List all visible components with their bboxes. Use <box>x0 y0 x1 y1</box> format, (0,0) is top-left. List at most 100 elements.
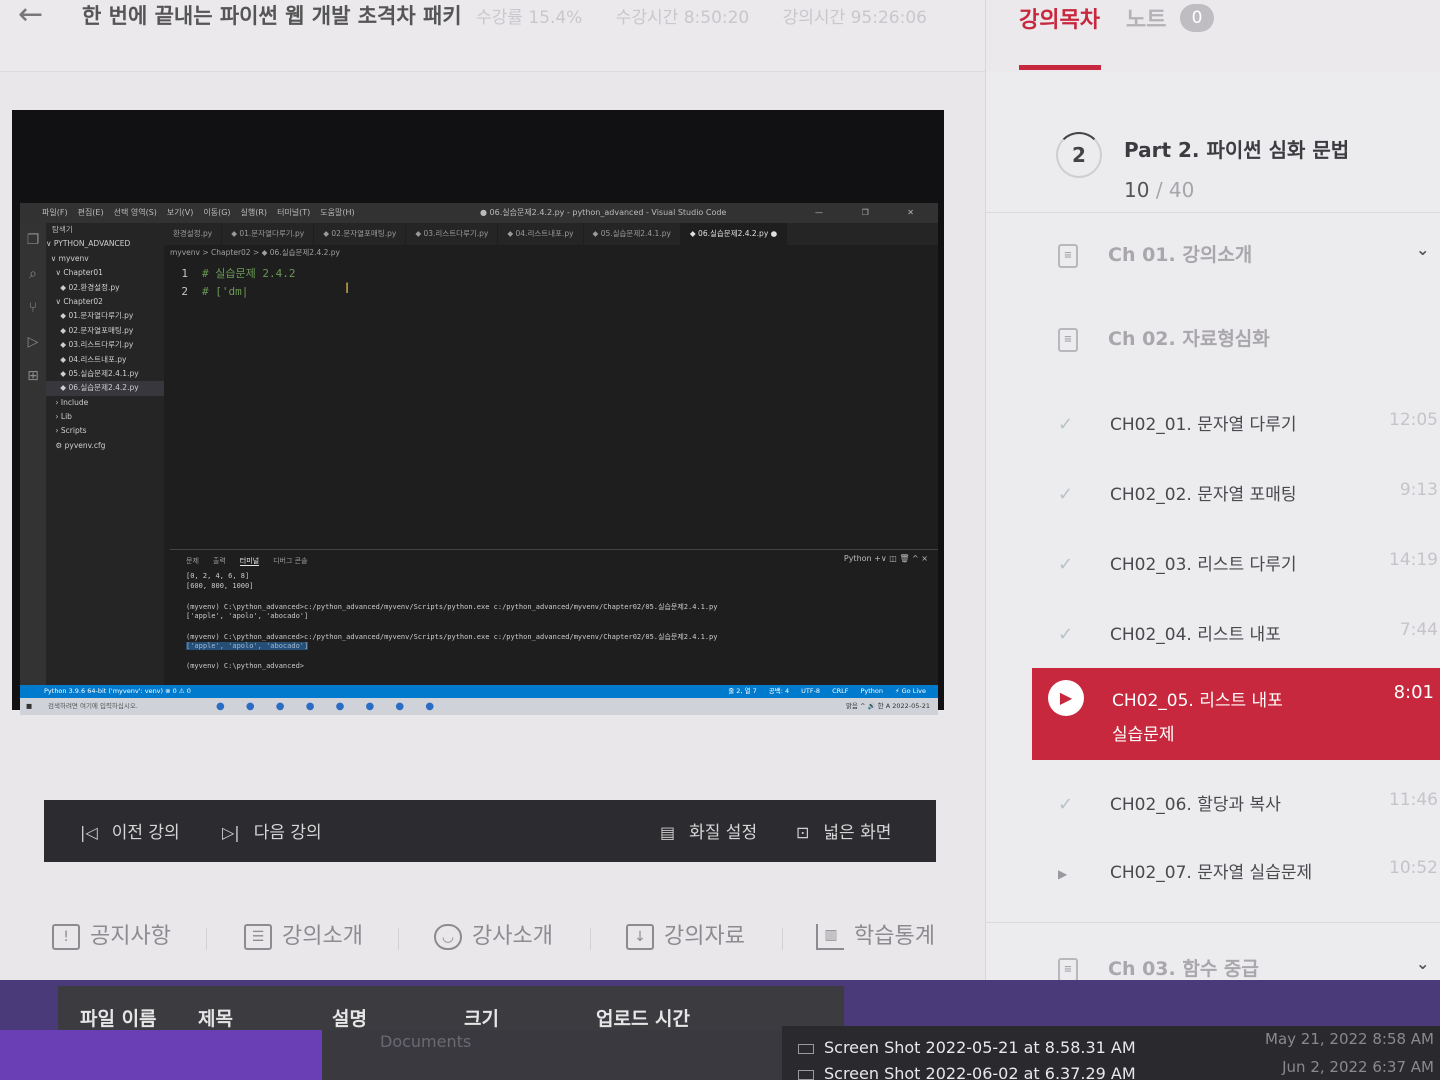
panel-tab: 출력 <box>212 557 226 565</box>
vscode-menu-item: 터미널(T) <box>277 208 311 217</box>
tab-stats[interactable]: ▥ 학습통계 <box>816 918 935 950</box>
finder-sidebar: Documents <box>322 1030 782 1080</box>
terminal-line: (myvenv) C:\python_advanced>c:/python_ad… <box>186 633 718 641</box>
panel-tab: 터미널 <box>239 557 260 566</box>
windows-start-icon: ■ <box>26 702 33 710</box>
status-item: 줄 2, 열 7 <box>728 687 757 695</box>
prev-lecture-button[interactable]: |◁ 이전 강의 <box>80 818 180 843</box>
lecture-info-tabs: ! 공지사항 ☰ 강의소개 ◡ 강사소개 ↓ 강의자료 ▥ 학습통계 <box>22 900 962 968</box>
play-small-icon: ▶ <box>1058 867 1068 881</box>
next-lecture-label: 다음 강의 <box>253 823 322 843</box>
check-icon: ✓ <box>1058 794 1074 815</box>
quality-label: 화질 설정 <box>689 823 758 843</box>
editor-tab: ◆ 02.문자열포매팅.py <box>314 223 407 245</box>
vscode-menu-item: 실행(R) <box>240 208 268 217</box>
vscode-window-title: ● 06.실습문제2.4.2.py - python_advanced - Vi… <box>480 208 727 217</box>
course-toc-sidebar: 2 Part 2. 파이썬 심화 문법 10 / 40 ≡ Ch 01. 강의소개… <box>985 72 1440 980</box>
lesson-ch02-01[interactable]: ✓ CH02_01. 문자열 다루기 12:05 <box>1058 410 1438 450</box>
progress-total: 40 <box>1168 178 1195 202</box>
file-tree-item: ◆ 06.실습문제2.4.2.py <box>46 381 164 396</box>
quality-settings-button[interactable]: ▤ 화질 설정 <box>660 818 757 843</box>
tab-course-intro[interactable]: ☰ 강의소개 <box>244 918 363 950</box>
lesson-duration: 7:44 <box>1399 620 1438 640</box>
tab-materials-label: 강의자료 <box>664 924 745 949</box>
stats-icon: ▥ <box>816 924 844 950</box>
tab-materials[interactable]: ↓ 강의자료 <box>626 918 745 950</box>
explorer-header: 탐색기 <box>52 225 73 234</box>
lesson-duration: 8:01 <box>1393 682 1434 703</box>
file-tree-item: ◆ 03.리스트다루기.py <box>46 340 134 350</box>
lesson-ch02-07[interactable]: ▶ CH02_07. 문자열 실습문제 10:52 <box>1058 858 1438 898</box>
code-line: 1 # 실습문제 2.4.2 <box>164 265 295 283</box>
search-icon: ⌕ <box>29 266 37 282</box>
lesson-ch02-02[interactable]: ✓ CH02_02. 문자열 포매팅 9:13 <box>1058 480 1438 520</box>
next-lecture-button[interactable]: ▷| 다음 강의 <box>222 818 322 843</box>
active-lesson-title-line2: 실습문제 <box>1112 725 1175 745</box>
finder-file-row[interactable]: Screen Shot 2022-05-21 at 8.58.31 AM <box>798 1038 1136 1057</box>
player-controls: |◁ 이전 강의 ▷| 다음 강의 ▤ 화질 설정 ⊡ 넓은 화면 <box>44 800 936 862</box>
chapter-02[interactable]: ≡ Ch 02. 자료형심화 <box>1058 324 1270 352</box>
lesson-title: CH02_02. 문자열 포매팅 <box>1110 485 1297 505</box>
side-tab-bar: 강의목차 노트 0 <box>985 0 1440 72</box>
document-icon: ≡ <box>1058 327 1078 352</box>
file-tree-item: ◆ 02.문자열포매팅.py <box>46 325 134 335</box>
file-tree-item: ◆ 02.환경설정.py <box>46 282 120 292</box>
file-tree-item: ∨ Chapter02 <box>46 296 103 306</box>
line-number: 2 <box>181 285 188 298</box>
divider <box>782 928 783 950</box>
status-item: ⚡ Go Live <box>895 687 926 695</box>
status-item: UTF-8 <box>801 687 821 695</box>
instructor-icon: ◡ <box>434 924 462 950</box>
lesson-title: CH02_01. 문자열 다루기 <box>1110 415 1297 435</box>
file-tree-item: ◆ 01.문자열다루기.py <box>46 311 134 321</box>
file-date: May 21, 2022 8:58 AM <box>1265 1030 1434 1048</box>
code-line: 2 # ['dm| <box>164 283 248 301</box>
vscode-menu-item: 이동(G) <box>203 208 231 217</box>
lesson-title: CH02_07. 문자열 실습문제 <box>1110 863 1313 883</box>
tab-instructor[interactable]: ◡ 강사소개 <box>434 918 553 950</box>
lesson-title: CH02_03. 리스트 다루기 <box>1110 555 1297 575</box>
finder-sidebar-item[interactable]: Documents <box>380 1032 471 1051</box>
chapter-01[interactable]: ≡ Ch 01. 강의소개 ⌄ <box>1058 240 1429 268</box>
files-icon: ❐ <box>26 232 40 248</box>
wide-screen-icon: ⊡ <box>796 823 810 842</box>
part-progress: 10 / 40 <box>1124 178 1194 202</box>
terminal-line: [600, 800, 1000] <box>186 582 254 590</box>
check-icon: ✓ <box>1058 484 1074 505</box>
lesson-ch02-04[interactable]: ✓ CH02_04. 리스트 내포 7:44 <box>1058 620 1438 660</box>
chapter-title: Ch 03. 함수 중급 <box>1108 958 1259 980</box>
tab-notice[interactable]: ! 공지사항 <box>52 918 171 950</box>
file-tree-item: › Include <box>46 397 89 407</box>
arrow-left-icon[interactable]: ← <box>18 0 52 34</box>
tab-notice-label: 공지사항 <box>90 924 171 949</box>
divider <box>398 928 399 950</box>
lesson-ch02-06[interactable]: ✓ CH02_06. 할당과 복사 11:46 <box>1058 790 1438 830</box>
code-editor: 1 # 실습문제 2.4.2 2 # ['dm| <box>164 259 938 549</box>
editor-tab: ◆ 04.리스트내포.py <box>498 223 584 245</box>
lesson-ch02-03[interactable]: ✓ CH02_03. 리스트 다루기 14:19 <box>1058 550 1438 590</box>
watched-time: 수강시간 8:50:20 <box>615 8 750 28</box>
lesson-duration: 14:19 <box>1389 550 1438 570</box>
part-title: Part 2. 파이썬 심화 문법 <box>1124 138 1350 162</box>
vscode-editor-tabs: 환경설정.py ◆ 01.문자열다루기.py ◆ 02.문자열포매팅.py ◆ 03.… <box>164 223 938 245</box>
file-tree-item: › Lib <box>46 412 72 422</box>
tab-note[interactable]: 노트 <box>1126 2 1166 34</box>
tab-toc[interactable]: 강의목차 <box>1019 2 1100 34</box>
divider <box>986 922 1440 923</box>
panel-tabs: 문제 출력 터미널 디버그 콘솔 <box>186 556 322 566</box>
check-icon: ✓ <box>1058 554 1074 575</box>
progress-separator: / <box>1155 178 1163 202</box>
lesson-ch02-05-active[interactable]: ▶ CH02_05. 리스트 내포 실습문제 8:01 <box>1032 668 1440 760</box>
status-left: Python 3.9.6 64-bit ('myvenv': venv) ⊗ 0… <box>44 687 191 695</box>
document-icon: ≡ <box>1058 957 1078 980</box>
panel-tab: 문제 <box>186 557 199 565</box>
check-icon: ✓ <box>1058 414 1074 435</box>
file-tree-item: ◆ 04.리스트내포.py <box>46 354 127 364</box>
finder-file-row[interactable]: Screen Shot 2022-06-02 at 6.37.29 AM <box>798 1064 1136 1080</box>
editor-tab: ◆ 05.실습문제2.4.1.py <box>584 223 681 245</box>
file-tree: ∨ PYTHON_ADVANCED ∨ myvenv ∨ Chapter01 ◆… <box>46 237 164 453</box>
chapter-03[interactable]: ≡ Ch 03. 함수 중급 ⌄ <box>1058 954 1429 980</box>
note-count-badge: 0 <box>1180 4 1214 32</box>
wide-screen-button[interactable]: ⊡ 넓은 화면 <box>796 818 891 843</box>
vscode-explorer: 탐색기 ∨ PYTHON_ADVANCED ∨ myvenv ∨ Chapter… <box>46 223 164 685</box>
